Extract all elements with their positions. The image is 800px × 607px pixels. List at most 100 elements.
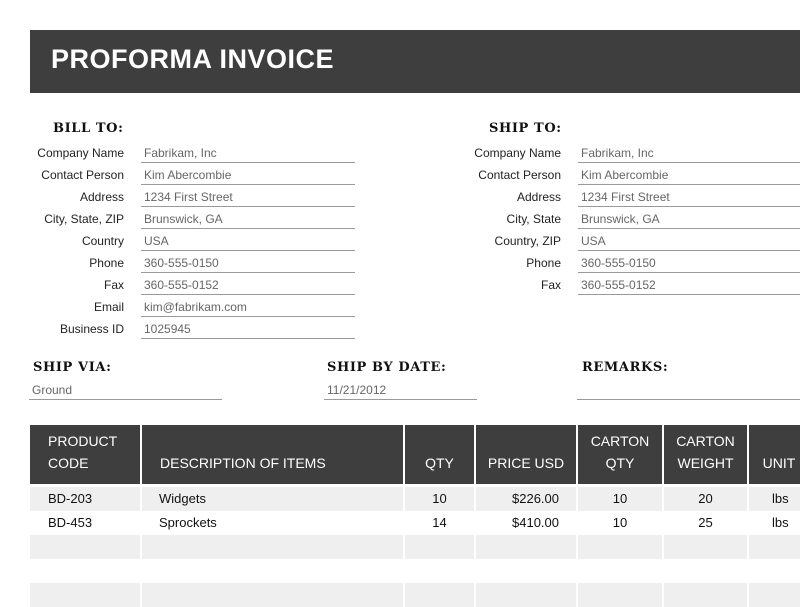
cell-qty[interactable]: 10 [405,487,476,511]
col-carton-qty-line1: CARTON [590,433,650,449]
cell-carton-qty[interactable] [578,583,664,607]
cell-price[interactable] [476,535,578,559]
col-price: PRICE USD [476,425,578,484]
bill-to-value[interactable]: 1234 First Street [141,187,355,207]
bill-to-value[interactable]: Brunswick, GA [141,209,355,229]
bill-to-value[interactable]: 1025945 [141,319,355,339]
cell-description[interactable] [142,559,405,583]
bill-to-heading: BILL TO: [53,121,124,136]
ship-by-date-heading: SHIP BY DATE: [327,360,447,375]
table-row [30,535,800,559]
cell-description[interactable]: Sprockets [142,511,405,535]
cell-unit[interactable]: lbs [749,487,800,511]
ship-to-label: Country, ZIP [494,234,561,248]
col-product-code-line2: CODE [48,455,89,471]
cell-unit[interactable] [749,559,800,583]
cell-product-code[interactable]: BD-203 [30,487,142,511]
items-table-header: PRODUCT CODE DESCRIPTION OF ITEMS QTY PR… [30,425,800,484]
bill-to-value[interactable]: 360-555-0150 [141,253,355,273]
ship-to-value[interactable]: 1234 First Street [578,187,800,207]
page-title: PROFORMA INVOICE [51,44,335,74]
ship-to-label: Phone [526,256,561,270]
table-row: BD-453 Sprockets 14 $410.00 10 25 lbs [30,511,800,535]
cell-unit[interactable]: lbs [749,511,800,535]
cell-description[interactable] [142,535,405,559]
title-banner: PROFORMA INVOICE [30,30,800,93]
ship-to-value[interactable]: 360-555-0152 [578,275,800,295]
remarks-field[interactable] [577,380,800,400]
cell-product-code[interactable]: BD-453 [30,511,142,535]
col-unit-label: UNIT [762,455,796,471]
cell-product-code[interactable] [30,535,142,559]
cell-carton-qty[interactable]: 10 [578,487,664,511]
bill-to-label: Address [79,190,124,204]
col-price-label: PRICE USD [487,455,565,471]
bill-to-value[interactable]: 360-555-0152 [141,275,355,295]
cell-description[interactable] [142,583,405,607]
cell-carton-weight[interactable] [664,535,749,559]
col-carton-weight-line1: CARTON [676,433,735,449]
cell-price[interactable] [476,559,578,583]
ship-to-value[interactable]: USA [578,231,800,251]
ship-by-date-field[interactable]: 11/21/2012 [324,380,477,400]
cell-carton-weight[interactable] [664,583,749,607]
bill-to-value[interactable]: USA [141,231,355,251]
bill-to-label: Country [81,234,124,248]
cell-qty[interactable] [405,535,476,559]
remarks-heading: REMARKS: [582,360,669,375]
cell-qty[interactable] [405,559,476,583]
ship-to-label: Address [516,190,561,204]
ship-to-value[interactable]: Brunswick, GA [578,209,800,229]
cell-qty[interactable]: 14 [405,511,476,535]
ship-to-value[interactable]: 360-555-0150 [578,253,800,273]
ship-to-label: Fax [540,278,561,292]
col-description-label: DESCRIPTION OF ITEMS [160,455,326,471]
bill-to-value[interactable]: Kim Abercombie [141,165,355,185]
bill-to-label: Business ID [59,322,124,336]
ship-to-value[interactable]: Fabrikam, Inc [578,143,800,163]
col-carton-qty: CARTON QTY [578,425,664,484]
cell-unit[interactable] [749,583,800,607]
bill-to-label: Phone [89,256,124,270]
ship-via-heading: SHIP VIA: [33,360,112,375]
col-carton-weight-line2: WEIGHT [677,455,734,471]
table-row: BD-203 Widgets 10 $226.00 10 20 lbs [30,487,800,511]
cell-carton-qty[interactable]: 10 [578,511,664,535]
cell-price[interactable] [476,583,578,607]
bill-to-label: Email [93,300,124,314]
col-description: DESCRIPTION OF ITEMS [142,425,405,484]
ship-to-value[interactable]: Kim Abercombie [578,165,800,185]
col-qty-label: QTY [425,455,454,471]
cell-price[interactable]: $226.00 [476,487,578,511]
cell-qty[interactable] [405,583,476,607]
col-carton-qty-line2: QTY [605,455,635,471]
bill-to-label: City, State, ZIP [44,212,124,226]
table-row [30,583,800,607]
col-unit: UNIT [749,425,800,484]
cell-carton-weight[interactable]: 20 [664,487,749,511]
ship-via-field[interactable]: Ground [29,380,222,400]
cell-carton-qty[interactable] [578,559,664,583]
bill-to-label: Company Name [37,146,124,160]
cell-product-code[interactable] [30,559,142,583]
cell-carton-qty[interactable] [578,535,664,559]
col-product-code: PRODUCT CODE [30,425,142,484]
cell-product-code[interactable] [30,583,142,607]
col-product-code-line1: PRODUCT [48,433,118,449]
col-carton-weight: CARTON WEIGHT [664,425,749,484]
table-row [30,559,800,583]
bill-to-label: Fax [103,278,124,292]
cell-price[interactable]: $410.00 [476,511,578,535]
cell-unit[interactable] [749,535,800,559]
cell-carton-weight[interactable] [664,559,749,583]
cell-carton-weight[interactable]: 25 [664,511,749,535]
ship-to-label: City, State [506,212,561,226]
bill-to-label: Contact Person [41,168,124,182]
ship-to-heading: SHIP TO: [489,121,562,136]
cell-description[interactable]: Widgets [142,487,405,511]
bill-to-value[interactable]: Fabrikam, Inc [141,143,355,163]
bill-to-value[interactable]: kim@fabrikam.com [141,297,355,317]
ship-to-label: Contact Person [478,168,561,182]
ship-to-label: Company Name [474,146,561,160]
col-qty: QTY [405,425,476,484]
